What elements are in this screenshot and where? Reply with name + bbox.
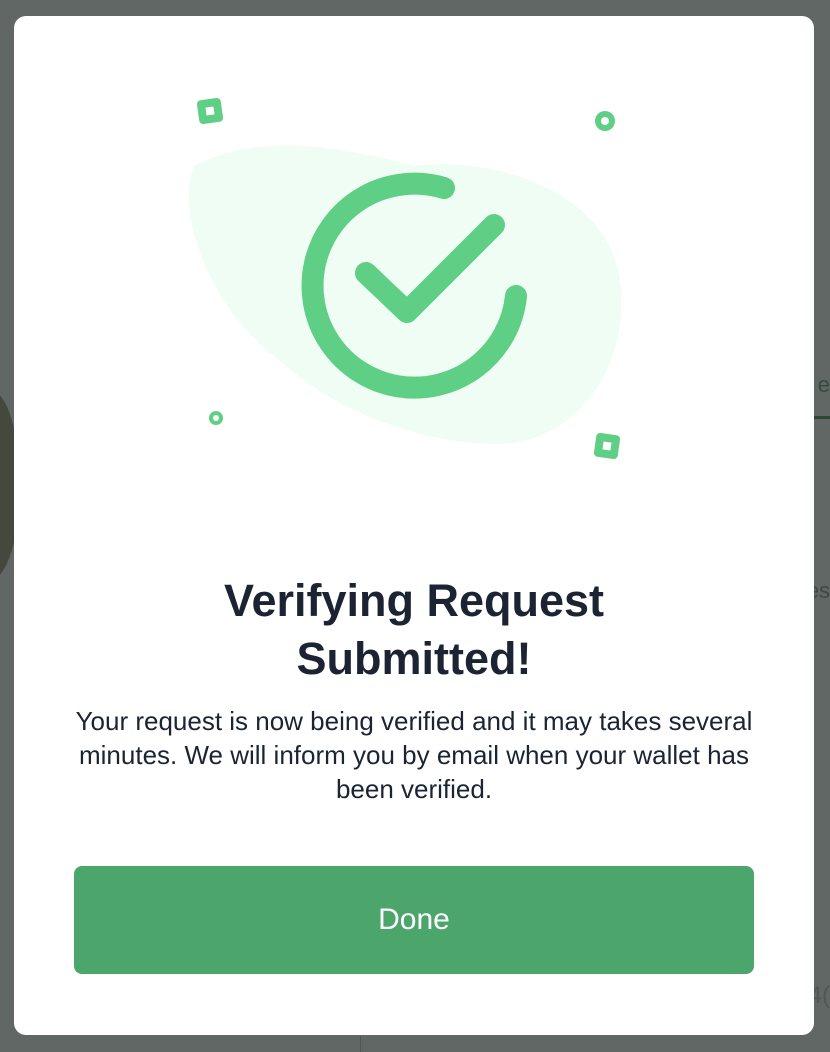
dialog-title-line-1: Verifying Request — [223, 575, 605, 626]
decorative-square-top-left — [196, 97, 224, 125]
success-illustration — [188, 97, 622, 460]
decorative-circle-top-right — [595, 111, 615, 131]
dialog-description: Your request is now being verified and i… — [75, 706, 753, 804]
decorative-circle-bottom-left — [209, 411, 223, 425]
dialog-title: Verifying Request Submitted! — [14, 572, 814, 688]
success-dialog: Verifying Request Submitted! Your reques… — [14, 16, 814, 1035]
decorative-square-bottom-right — [593, 432, 621, 460]
dialog-title-line-2: Submitted! — [296, 633, 532, 684]
done-button[interactable]: Done — [74, 866, 754, 974]
